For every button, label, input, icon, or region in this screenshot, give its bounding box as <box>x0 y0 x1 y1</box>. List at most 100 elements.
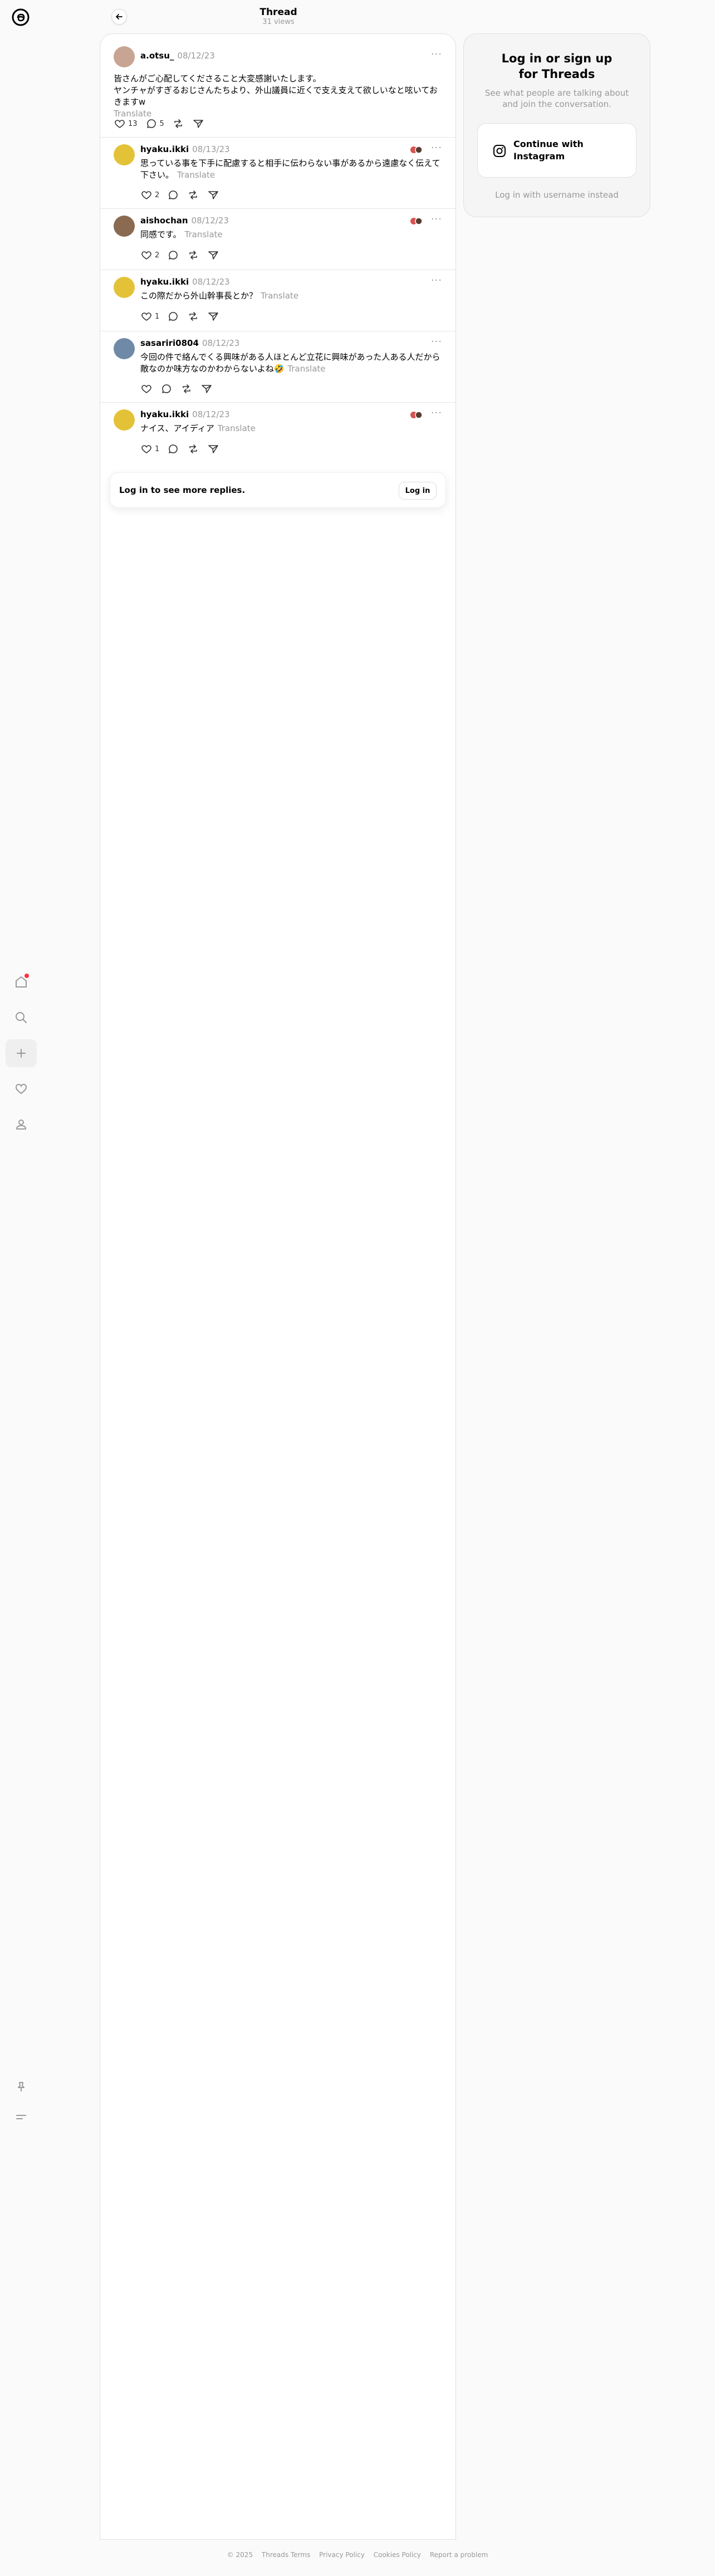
avatar[interactable] <box>114 46 135 67</box>
profile-icon <box>16 1120 26 1130</box>
share-icon <box>193 120 203 128</box>
more-icon[interactable]: ··· <box>431 142 442 154</box>
more-icon[interactable]: ··· <box>431 336 442 348</box>
translate-link[interactable]: Translate <box>287 364 325 374</box>
more-icon[interactable]: ··· <box>431 407 442 419</box>
reply-button[interactable] <box>167 249 179 261</box>
translate-link[interactable]: Translate <box>177 170 215 180</box>
post-date[interactable]: 08/12/23 <box>192 277 229 287</box>
share-button[interactable] <box>200 383 213 395</box>
like-button[interactable]: 13 <box>114 118 138 130</box>
nav-search[interactable] <box>6 1004 37 1032</box>
share-icon <box>208 312 219 321</box>
like-button[interactable] <box>140 383 153 395</box>
repost-button[interactable] <box>187 189 199 201</box>
footer-link-privacy[interactable]: Privacy Policy <box>319 2551 365 2559</box>
signup-subtitle: See what people are talking about and jo… <box>484 88 629 109</box>
thread-header: Thread 31 views <box>100 0 457 33</box>
nav-create[interactable] <box>6 1039 37 1067</box>
post-date[interactable]: 08/12/23 <box>192 216 229 226</box>
translate-link[interactable]: Translate <box>218 423 256 433</box>
share-button[interactable] <box>207 310 219 322</box>
like-icon <box>141 251 151 260</box>
post-actions: 2 <box>140 249 227 261</box>
avatar[interactable] <box>114 144 135 165</box>
like-count: 1 <box>155 444 160 453</box>
more-icon[interactable]: ··· <box>431 48 442 60</box>
signup-title: Log in or sign up for Threads <box>501 52 613 81</box>
translate-link[interactable]: Translate <box>261 291 298 301</box>
nav-home[interactable] <box>6 968 37 996</box>
thread-feed: a.otsu_ 08/12/23 ··· 皆さんがご心配してくださること大変感謝い… <box>100 33 456 2540</box>
reply-button[interactable]: 5 <box>145 118 164 130</box>
page-title: Thread <box>259 7 297 18</box>
share-button[interactable] <box>207 189 219 201</box>
post: hyaku.ikki 08/13/23 ··· 思っている事を下手に配慮すると相手… <box>100 138 456 209</box>
login-username-link[interactable]: Log in with username instead <box>464 190 650 200</box>
repost-button[interactable] <box>187 443 199 455</box>
share-button[interactable] <box>207 249 219 261</box>
reply-button[interactable] <box>167 189 179 201</box>
reply-icon <box>162 384 171 393</box>
nav-profile[interactable] <box>6 1111 37 1138</box>
avatar[interactable] <box>114 338 135 359</box>
share-icon <box>202 385 212 393</box>
footer-link-report[interactable]: Report a problem <box>430 2551 488 2559</box>
footer-link-cookies[interactable]: Cookies Policy <box>374 2551 421 2559</box>
share-button[interactable] <box>192 118 204 130</box>
threads-logo[interactable] <box>10 7 31 28</box>
like-button[interactable]: 2 <box>140 189 159 201</box>
like-button[interactable]: 2 <box>140 249 159 261</box>
avatar[interactable] <box>114 277 135 298</box>
username[interactable]: sasariri0804 <box>140 338 199 348</box>
more-icon[interactable]: ··· <box>431 213 442 225</box>
username[interactable]: hyaku.ikki <box>140 144 189 154</box>
share-button[interactable] <box>207 443 219 455</box>
like-icon <box>141 191 151 199</box>
username[interactable]: aishochan <box>140 216 188 226</box>
footer-link-terms[interactable]: Threads Terms <box>262 2551 310 2559</box>
like-icon <box>141 385 151 393</box>
reactor-avatar <box>410 217 423 225</box>
signup-card: Log in or sign up for Threads See what p… <box>463 33 650 217</box>
translate-link[interactable]: Translate <box>185 229 223 239</box>
reply-button[interactable] <box>160 383 173 395</box>
reply-button[interactable] <box>167 310 179 322</box>
username[interactable]: a.otsu_ <box>140 51 174 61</box>
like-button[interactable]: 1 <box>140 443 159 455</box>
post-date[interactable]: 08/12/23 <box>177 51 214 61</box>
nav-menu[interactable] <box>6 2103 37 2131</box>
post-date[interactable]: 08/13/23 <box>192 144 229 154</box>
like-count: 2 <box>155 251 160 260</box>
more-icon[interactable]: ··· <box>431 275 442 286</box>
nav-activity[interactable] <box>6 1075 37 1103</box>
login-button[interactable]: Log in <box>399 482 437 500</box>
repost-button[interactable] <box>172 118 184 130</box>
post: hyaku.ikki 08/12/23 ··· ナイス、アイディア Translat… <box>100 403 456 464</box>
view-count: 31 views <box>262 18 295 26</box>
reply-button[interactable] <box>167 443 179 455</box>
continue-with-instagram-button[interactable]: Continue with Instagram <box>477 123 636 178</box>
like-count: 2 <box>155 190 160 199</box>
post-actions: 1 <box>140 443 227 455</box>
instagram-button-label: Continue with Instagram <box>513 139 584 162</box>
repost-icon <box>189 190 198 199</box>
repost-button[interactable] <box>187 249 199 261</box>
post-header: sasariri0804 08/12/23 <box>140 338 239 348</box>
post-text: 今回の件で絡んでくる興味がある人ほとんど立花に興味があった人ある人だから敵なのか… <box>140 352 440 374</box>
menu-icon <box>16 2115 26 2119</box>
repost-icon <box>189 444 198 453</box>
post-date[interactable]: 08/12/23 <box>202 338 239 348</box>
reply-count: 5 <box>159 119 164 128</box>
repost-button[interactable] <box>180 383 193 395</box>
like-button[interactable]: 1 <box>140 310 159 322</box>
post-date[interactable]: 08/12/23 <box>192 409 229 419</box>
username[interactable]: hyaku.ikki <box>140 409 189 419</box>
avatar[interactable] <box>114 216 135 237</box>
nav-pin[interactable] <box>6 2073 37 2101</box>
repost-icon <box>174 119 182 128</box>
avatar[interactable] <box>114 409 135 431</box>
post-actions: 2 <box>140 189 227 201</box>
username[interactable]: hyaku.ikki <box>140 277 189 287</box>
repost-button[interactable] <box>187 310 199 322</box>
